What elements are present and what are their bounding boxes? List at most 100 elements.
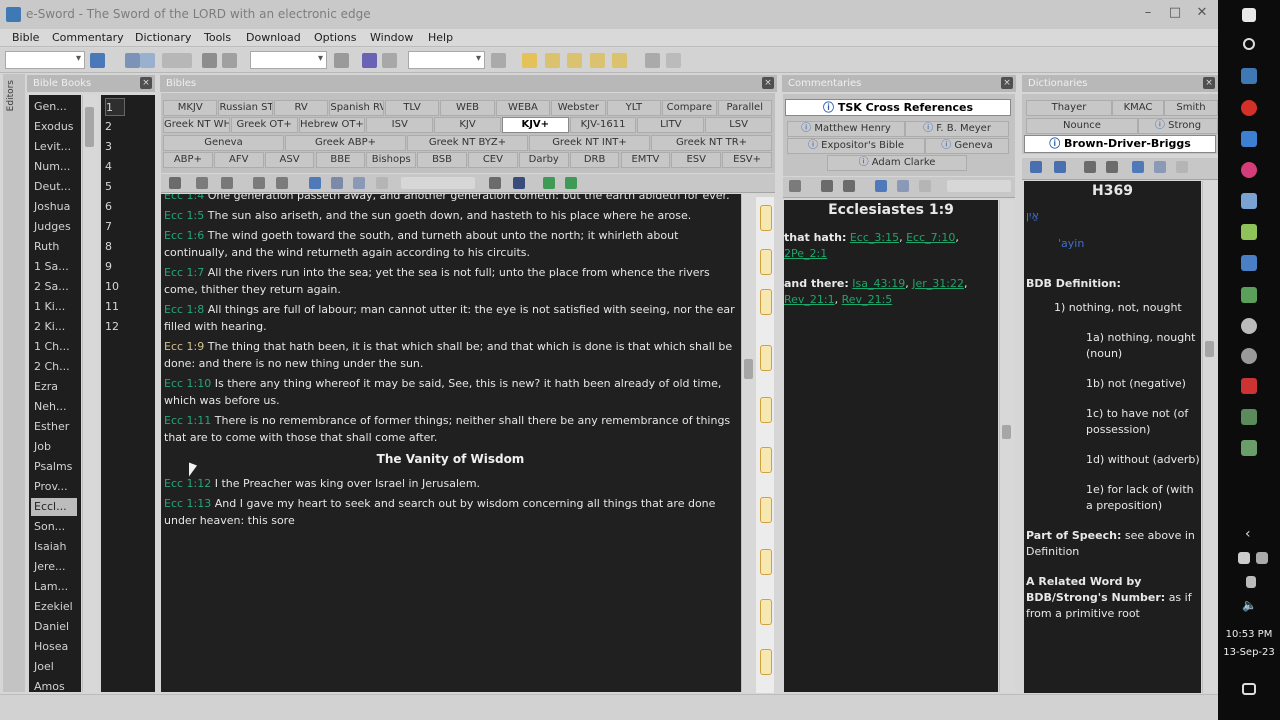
print-icon[interactable] [162,53,192,68]
tab-bible-bsb[interactable]: BSB [417,152,467,168]
cross-reference-link[interactable]: Ecc_7:10 [906,231,955,244]
usb-icon[interactable] [1246,576,1256,588]
verse-ref[interactable]: Ecc 1:9 [164,340,204,353]
bookmark-tab[interactable] [760,447,772,473]
search-bible-icon[interactable] [353,177,365,189]
book-item[interactable]: 1 Ch... [31,338,77,356]
tab-bible-tlv[interactable]: TLV [384,100,440,116]
layout-5-icon[interactable] [612,53,627,68]
book-item[interactable]: Joel [31,658,77,676]
tab-nounce[interactable]: Nounce [1026,118,1138,134]
zoom-icon[interactable] [489,177,501,189]
dict-lock-icon[interactable] [1106,161,1118,173]
chapter-item[interactable]: 5 [105,178,125,196]
screen-icon[interactable] [645,53,660,68]
menu-tools[interactable]: Tools [204,31,231,44]
dictionaries-close-icon[interactable]: × [1203,77,1215,89]
tab-bible-bishops[interactable]: Bishops [366,152,417,168]
dictionary-scrollbar[interactable] [1202,181,1217,693]
verse[interactable]: Ecc 1:12 I the Preacher was king over Is… [164,475,737,492]
verse-ref[interactable]: Ecc 1:5 [164,209,204,222]
comm-compare-icon[interactable] [875,180,887,192]
chapter-item[interactable]: 7 [105,218,125,236]
books-scrollbar[interactable] [82,95,98,692]
bookmark-tab[interactable] [760,345,772,371]
menu-commentary[interactable]: Commentary [52,31,124,44]
tab-matthew-henry[interactable]: ⓘ Matthew Henry [787,121,905,137]
print-bible-icon[interactable] [253,177,265,189]
book-item[interactable]: Ruth [31,238,77,256]
maximize-icon[interactable]: □ [1167,5,1183,21]
cross-reference-link[interactable]: 2Pe_2:1 [784,247,827,260]
tab-bible-spanish-rv-[interactable]: Spanish RV+ [329,100,384,116]
tab-bible-geneva[interactable]: Geneva [163,135,284,151]
book-item[interactable]: Jere... [31,558,77,576]
tab-bible-esv[interactable]: ESV [671,152,722,168]
edit-note-icon[interactable] [196,177,208,189]
comm-edit-icon[interactable] [919,180,931,192]
paste-icon[interactable] [222,53,237,68]
search-icon[interactable] [334,53,349,68]
tab-bible-abp-[interactable]: ABP+ [163,152,213,168]
bookmark-tab[interactable] [760,205,772,231]
menu-download[interactable]: Download [246,31,301,44]
app-icon[interactable] [1241,131,1257,147]
app-icon[interactable] [1241,440,1257,456]
tab-bible-litv[interactable]: LITV [637,117,705,133]
tab-bible-greek-nt-wh-[interactable]: Greek NT WH+ [163,117,230,133]
save-icon[interactable] [90,53,105,68]
tab-bible-russian-st[interactable]: Russian ST [218,100,273,116]
dictionary-text[interactable]: H369 אַיִן 'ayin BDB Definition: 1) noth… [1024,181,1201,693]
book-item[interactable]: Isaiah [31,538,77,556]
dict-edit-icon[interactable] [1176,161,1188,173]
menu-help[interactable]: Help [428,31,453,44]
verse[interactable]: Ecc 1:10 Is there any thing whereof it m… [164,375,737,409]
tab-bible-afv[interactable]: AFV [213,152,264,168]
bookmark-tab[interactable] [760,549,772,575]
bookmark-tab[interactable] [760,599,772,625]
book-item[interactable]: Exodus [31,118,77,136]
tab-bible-bbe[interactable]: BBE [315,152,366,168]
parallel-icon[interactable] [331,177,343,189]
chapter-item[interactable]: 9 [105,258,125,276]
volume-icon[interactable]: 🔈 [1242,598,1257,612]
bookmark-tab[interactable] [760,397,772,423]
menu-dictionary[interactable]: Dictionary [135,31,191,44]
clock-time[interactable]: 10:53 PM [1218,629,1280,640]
book-select[interactable] [5,51,85,69]
chapter-item[interactable]: 4 [105,158,125,176]
tab-bible-drb[interactable]: DRB [569,152,620,168]
verse-ref[interactable]: Ecc 1:12 [164,477,211,490]
back-icon[interactable] [125,53,140,68]
bookmark-tab[interactable] [760,249,772,275]
verse[interactable]: Ecc 1:8 All things are full of labour; m… [164,301,737,335]
book-item[interactable]: Ezra [31,378,77,396]
comm-copy-icon[interactable] [821,180,833,192]
book-item[interactable]: Ezekiel [31,598,77,616]
chapter-item[interactable]: 2 [105,118,125,136]
app-icon[interactable] [1241,378,1257,394]
back-green-icon[interactable] [543,177,555,189]
verse[interactable]: Ecc 1:13 And I gave my heart to seek and… [164,495,737,529]
book-item[interactable]: Joshua [31,198,77,216]
cross-reference-link[interactable]: Ecc_3:15 [850,231,899,244]
dict-forward-icon[interactable] [1054,161,1066,173]
close-icon[interactable]: ✕ [1194,5,1210,21]
bookmark-tab[interactable] [760,497,772,523]
book-item[interactable]: Hosea [31,638,77,656]
commentaries-close-icon[interactable]: × [1001,77,1013,89]
tab-bible-web[interactable]: WEB [440,100,495,116]
layout-1-icon[interactable] [522,53,537,68]
verse[interactable]: Ecc 1:5 The sun also ariseth, and the su… [164,207,737,224]
tab-bible-rv[interactable]: RV [273,100,329,116]
book-item[interactable]: 1 Ki... [31,298,77,316]
list-icon[interactable] [513,177,525,189]
menu-window[interactable]: Window [370,31,413,44]
commentary-scrollbar[interactable] [999,200,1015,692]
comm-lock-icon[interactable] [843,180,855,192]
cross-reference-link[interactable]: Jer_31:22 [912,277,964,290]
opera-icon[interactable] [1241,100,1257,116]
dict-compare-icon[interactable] [1132,161,1144,173]
verse[interactable]: Ecc 1:11 There is no remembrance of form… [164,412,737,446]
grid-icon[interactable] [666,53,681,68]
